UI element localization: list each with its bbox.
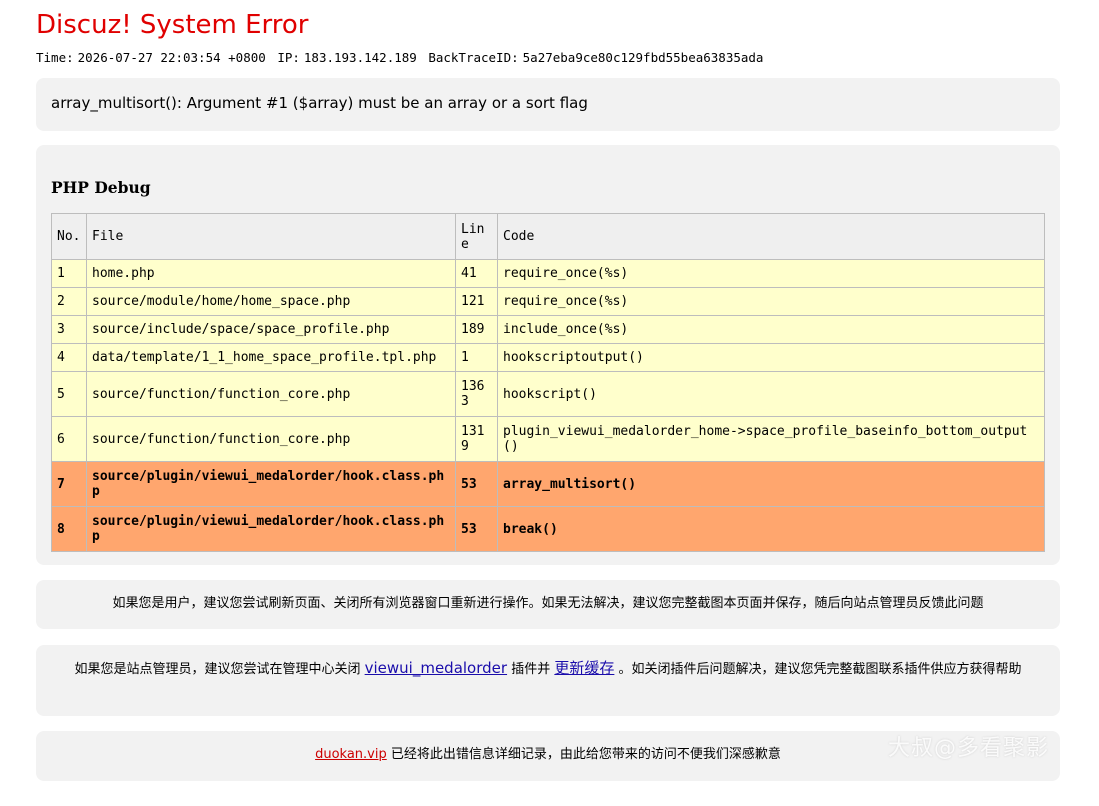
- backtrace-label: BackTraceID:: [428, 50, 519, 65]
- table-row: 6 source/function/function_core.php 1319…: [51, 416, 1045, 462]
- cell-file: source/function/function_core.php: [86, 371, 456, 417]
- time-value: 2026-07-27 22:03:54 +0800: [77, 50, 266, 65]
- cell-file: home.php: [86, 259, 456, 288]
- user-tip-text: 如果您是用户，建议您尝试刷新页面、关闭所有浏览器窗口重新进行操作。如果无法解决，…: [112, 596, 984, 611]
- cell-file: source/plugin/viewui_medalorder/hook.cla…: [86, 461, 456, 507]
- footer-text: 已经将此出错信息详细记录，由此给您带来的访问不便我们深感歉意: [390, 747, 781, 762]
- cell-file: source/include/space/space_profile.php: [86, 315, 456, 344]
- debug-heading: PHP Debug: [51, 178, 151, 197]
- cell-no: 2: [51, 287, 87, 316]
- table-row: 3 source/include/space/space_profile.php…: [51, 315, 1045, 344]
- column-header-no: No.: [51, 213, 87, 260]
- watermark: 大叔@多看聚影: [887, 736, 1049, 761]
- backtrace-value: 5a27eba9ce80c129fbd55bea63835ada: [522, 50, 764, 65]
- ip-label: IP:: [277, 50, 300, 65]
- admin-tip-middle: 插件并: [511, 662, 551, 677]
- column-header-code: Code: [497, 213, 1045, 260]
- table-row-error: 8 source/plugin/viewui_medalorder/hook.c…: [51, 506, 1045, 552]
- cell-code: break(): [497, 506, 1045, 552]
- cell-code: require_once(%s): [497, 287, 1045, 316]
- cell-line: 1: [455, 343, 498, 372]
- user-tip-box: 如果您是用户，建议您尝试刷新页面、关闭所有浏览器窗口重新进行操作。如果无法解决，…: [36, 580, 1060, 629]
- error-message-box: array_multisort(): Argument #1 ($array) …: [36, 78, 1060, 131]
- page-title: Discuz! System Error: [36, 10, 309, 40]
- admin-tip-suffix: 。如关闭插件后问题解决，建议您凭完整截图联系插件供应方获得帮助: [618, 662, 1022, 677]
- table-row: 1 home.php 41 require_once(%s): [51, 259, 1045, 288]
- error-meta: Time: 2026-07-27 22:03:54 +0800 IP: 183.19…: [36, 50, 767, 65]
- time-label: Time:: [36, 50, 74, 65]
- cell-no: 8: [51, 506, 87, 552]
- cell-line: 1363: [455, 371, 498, 417]
- table-row-error: 7 source/plugin/viewui_medalorder/hook.c…: [51, 461, 1045, 507]
- table-header-row: No. File Line Code: [51, 213, 1045, 260]
- column-header-file: File: [86, 213, 456, 260]
- cell-file: source/plugin/viewui_medalorder/hook.cla…: [86, 506, 456, 552]
- cell-code: include_once(%s): [497, 315, 1045, 344]
- column-header-line: Line: [455, 213, 498, 260]
- cell-line: 189: [455, 315, 498, 344]
- cell-no: 4: [51, 343, 87, 372]
- plugin-link[interactable]: viewui_medalorder: [365, 659, 507, 677]
- cell-code: plugin_viewui_medalorder_home->space_pro…: [497, 416, 1045, 462]
- table-row: 5 source/function/function_core.php 1363…: [51, 371, 1045, 417]
- table-row: 2 source/module/home/home_space.php 121 …: [51, 287, 1045, 316]
- cell-no: 7: [51, 461, 87, 507]
- cell-line: 1319: [455, 416, 498, 462]
- table-row: 4 data/template/1_1_home_space_profile.t…: [51, 343, 1045, 372]
- site-link[interactable]: duokan.vip: [315, 747, 387, 762]
- cell-no: 6: [51, 416, 87, 462]
- cell-code: hookscript(): [497, 371, 1045, 417]
- debug-table: No. File Line Code 1 home.php 41 require…: [51, 213, 1045, 552]
- cell-no: 1: [51, 259, 87, 288]
- error-message: array_multisort(): Argument #1 ($array) …: [51, 94, 588, 112]
- cell-code: array_multisort(): [497, 461, 1045, 507]
- ip-value: 183.193.142.189: [303, 50, 417, 65]
- update-cache-link[interactable]: 更新缓存: [554, 659, 614, 677]
- cell-line: 121: [455, 287, 498, 316]
- admin-tip-box: 如果您是站点管理员，建议您尝试在管理中心关闭 viewui_medalorder…: [36, 645, 1060, 716]
- cell-file: source/function/function_core.php: [86, 416, 456, 462]
- cell-no: 5: [51, 371, 87, 417]
- php-debug-box: PHP Debug No. File Line Code 1 home.php …: [36, 145, 1060, 565]
- admin-tip-prefix: 如果您是站点管理员，建议您尝试在管理中心关闭: [74, 662, 361, 677]
- cell-code: hookscriptoutput(): [497, 343, 1045, 372]
- cell-file: data/template/1_1_home_space_profile.tpl…: [86, 343, 456, 372]
- cell-no: 3: [51, 315, 87, 344]
- cell-file: source/module/home/home_space.php: [86, 287, 456, 316]
- cell-line: 53: [455, 461, 498, 507]
- cell-line: 41: [455, 259, 498, 288]
- cell-code: require_once(%s): [497, 259, 1045, 288]
- cell-line: 53: [455, 506, 498, 552]
